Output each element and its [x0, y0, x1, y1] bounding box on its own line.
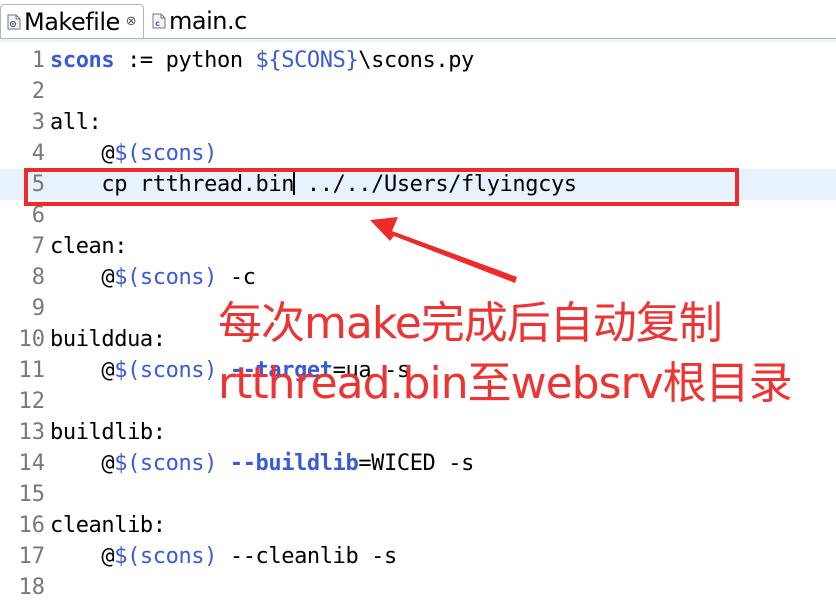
- code-token: cleanlib:: [50, 513, 166, 538]
- code-text: @$(scons) --cleanlib -s: [50, 541, 397, 572]
- tab-bar-shade: [0, 39, 836, 42]
- code-token: buildlib:: [50, 420, 166, 445]
- code-token: --cleanlib -s: [217, 544, 397, 569]
- code-line[interactable]: 2: [0, 76, 836, 107]
- code-line[interactable]: 1 scons := python ${SCONS}\scons.py: [0, 45, 836, 76]
- line-number: 14: [18, 451, 46, 476]
- code-text: @$(scons) --buildlib=WICED -s: [50, 448, 474, 479]
- line-number: 15: [18, 482, 46, 507]
- annotation-text-line2: rtthread.bin至websrv根目录: [218, 358, 793, 409]
- code-token: @: [50, 265, 115, 290]
- code-text: cleanlib:: [50, 510, 166, 541]
- line-number: 12: [18, 389, 46, 414]
- line-number: 9: [31, 296, 45, 321]
- code-token: @: [50, 544, 115, 569]
- code-token: =WICED -s: [358, 451, 474, 476]
- code-token: @: [50, 451, 115, 476]
- code-line[interactable]: 18: [0, 572, 836, 603]
- highlight-box: [24, 168, 739, 206]
- code-line[interactable]: 7 clean:: [0, 231, 836, 262]
- line-number: 8: [31, 265, 45, 290]
- tab-makefile[interactable]: Makefile ⊗: [0, 4, 144, 38]
- makefile-icon: [7, 14, 21, 29]
- tab-main-c[interactable]: c main.c: [146, 4, 256, 38]
- line-number: 2: [31, 79, 45, 104]
- code-token: @: [50, 141, 115, 166]
- line-number: 18: [18, 575, 46, 600]
- code-token: \scons.py: [358, 48, 474, 73]
- code-token: @: [50, 358, 115, 383]
- variable-token: $(scons): [114, 141, 217, 166]
- tab-main-c-label: main.c: [169, 7, 247, 35]
- code-line[interactable]: 8 @$(scons) -c: [0, 262, 836, 293]
- close-icon[interactable]: ⊗: [126, 15, 137, 28]
- code-line[interactable]: 17 @$(scons) --cleanlib -s: [0, 541, 836, 572]
- code-token: := python: [114, 48, 256, 73]
- code-text: scons := python ${SCONS}\scons.py: [50, 45, 474, 76]
- line-number: 3: [31, 110, 45, 135]
- keyword-token: --buildlib: [229, 451, 359, 476]
- line-number: 13: [18, 420, 46, 445]
- code-line[interactable]: 4 @$(scons): [0, 138, 836, 169]
- keyword-token: scons: [50, 48, 115, 73]
- line-number: 1: [31, 48, 45, 73]
- annotation-text-line1: 每次make完成后自动复制: [218, 298, 723, 349]
- variable-token: $(scons): [114, 265, 217, 290]
- code-text: all:: [50, 107, 102, 138]
- code-text: buildlib:: [50, 417, 166, 448]
- line-number: 7: [31, 234, 45, 259]
- editor-tab-bar: Makefile ⊗ c main.c: [0, 0, 836, 42]
- code-text: @$(scons) -c: [50, 262, 256, 293]
- code-text: builddua:: [50, 324, 166, 355]
- line-number: 10: [18, 327, 46, 352]
- variable-token: $(scons): [114, 544, 217, 569]
- code-line[interactable]: 16 cleanlib:: [0, 510, 836, 541]
- code-line[interactable]: 3 all:: [0, 107, 836, 138]
- code-token: clean:: [50, 234, 128, 259]
- code-text: @$(scons): [50, 138, 217, 169]
- code-line[interactable]: 14 @$(scons) --buildlib=WICED -s: [0, 448, 836, 479]
- line-number: 16: [18, 513, 46, 538]
- variable-token: $(scons): [114, 358, 217, 383]
- code-line[interactable]: 13 buildlib:: [0, 417, 836, 448]
- line-number: 11: [18, 358, 46, 383]
- code-token: -c: [217, 265, 256, 290]
- svg-text:c: c: [155, 19, 160, 28]
- variable-token: $(scons): [114, 451, 217, 476]
- c-file-icon: c: [152, 13, 166, 29]
- line-number: 17: [18, 544, 46, 569]
- line-number: 4: [31, 141, 45, 166]
- code-line[interactable]: 15: [0, 479, 836, 510]
- code-token: builddua:: [50, 327, 166, 352]
- code-token: all:: [50, 110, 102, 135]
- tab-makefile-label: Makefile: [24, 7, 120, 36]
- variable-token: ${SCONS}: [255, 48, 359, 73]
- code-text: clean:: [50, 231, 127, 262]
